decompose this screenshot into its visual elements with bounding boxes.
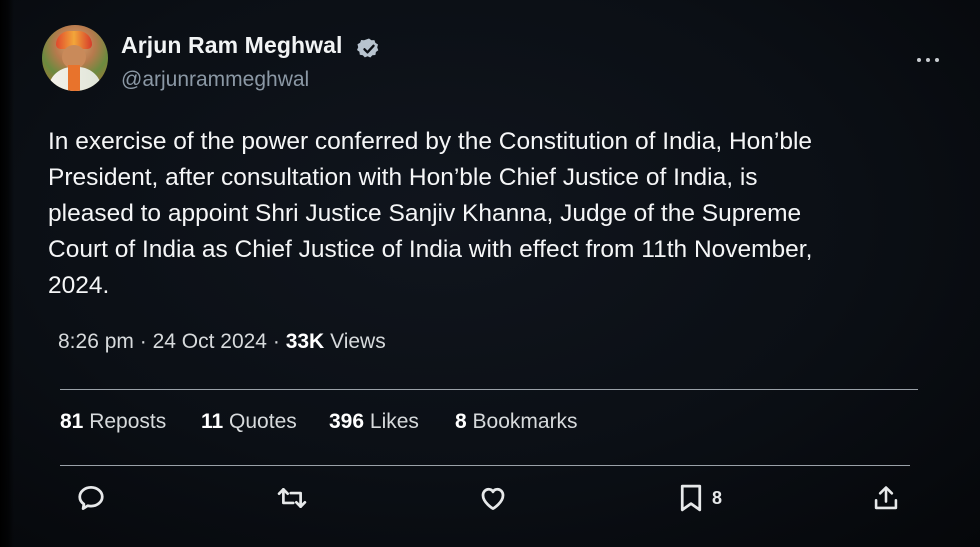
author-handle[interactable]: @arjunrammeghwal: [121, 68, 309, 92]
share-icon: [874, 486, 898, 510]
tweet-line: 2024.: [48, 272, 110, 299]
tweet-line: pleased to appoint Shri Justice Sanjiv K…: [48, 200, 802, 227]
action-bar: 8: [0, 475, 980, 525]
like-button[interactable]: [478, 483, 508, 513]
reposts-count: 81: [60, 410, 84, 433]
tweet-date[interactable]: 24 Oct 2024: [153, 330, 267, 353]
screen-edge: [0, 0, 14, 547]
reply-icon: [78, 486, 104, 510]
views-count: 33K: [285, 330, 325, 353]
quotes-label: Quotes: [229, 410, 297, 433]
tweet-line: In exercise of the power conferred by th…: [48, 128, 813, 155]
likes-stat[interactable]: 396 Likes: [329, 410, 419, 434]
tweet-text: In exercise of the power conferred by th…: [48, 124, 928, 304]
tweet-meta: 8:26 pm · 24 Oct 2024 · 33K Views: [58, 330, 386, 354]
likes-label: Likes: [369, 410, 419, 433]
bookmarks-stat[interactable]: 8 Bookmarks: [455, 410, 578, 434]
reply-button[interactable]: [76, 483, 106, 513]
tweet-line: President, after consultation with Hon’b…: [48, 164, 758, 191]
quotes-count: 11: [201, 410, 224, 433]
bookmark-action-count: 8: [712, 488, 723, 508]
repost-button[interactable]: [276, 483, 308, 513]
divider: [60, 389, 918, 390]
verified-badge-icon: [357, 38, 379, 58]
bookmarks-count: 8: [455, 410, 467, 433]
author-name[interactable]: Arjun Ram Meghwal: [121, 32, 343, 59]
tweet-time[interactable]: 8:26 pm: [58, 330, 134, 353]
views-label: Views: [330, 330, 386, 353]
divider: [60, 465, 910, 466]
tweet-line: Court of India as Chief Justice of India…: [48, 236, 813, 263]
bookmark-button[interactable]: 8: [678, 483, 738, 513]
more-icon[interactable]: [916, 54, 942, 68]
likes-count: 396: [329, 410, 365, 433]
share-button[interactable]: [872, 483, 900, 513]
repost-icon: [277, 488, 307, 508]
meta-separator: ·: [139, 330, 147, 353]
quotes-stat[interactable]: 11 Quotes: [201, 410, 297, 434]
meta-separator: ·: [272, 330, 280, 353]
avatar[interactable]: [42, 25, 108, 91]
like-icon: [481, 487, 505, 510]
reposts-label: Reposts: [89, 410, 167, 433]
reposts-stat[interactable]: 81 Reposts: [60, 410, 166, 434]
bookmark-icon: [680, 484, 702, 512]
bookmarks-label: Bookmarks: [472, 410, 578, 433]
